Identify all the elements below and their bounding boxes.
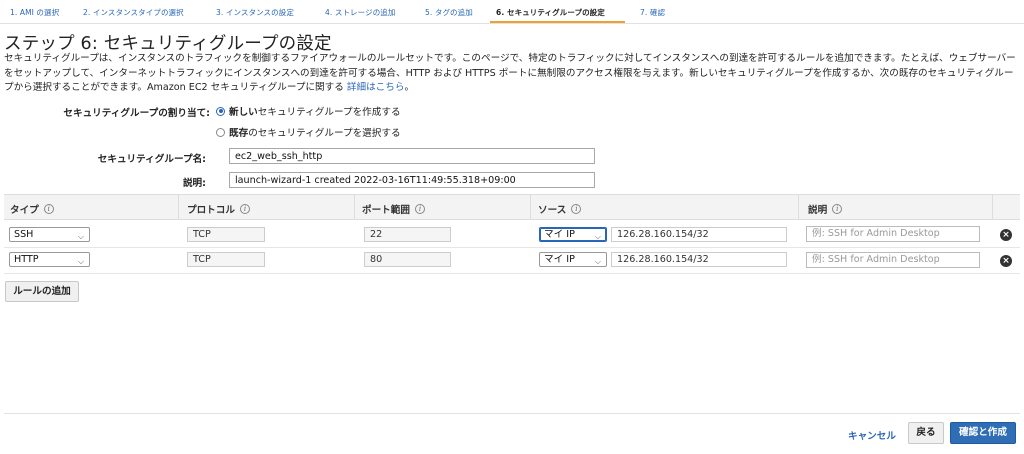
column-separator	[992, 194, 993, 220]
footer-divider	[4, 413, 1020, 414]
review-and-launch-button[interactable]: 確認と作成	[950, 422, 1016, 444]
row-divider	[4, 247, 1020, 248]
assign-label: セキュリティグループの割り当て:	[63, 108, 210, 119]
rule-type-select[interactable]: HTTP ⌵	[9, 252, 90, 267]
group-name-input[interactable]: ec2_web_ssh_http	[229, 148, 595, 164]
header-type-label: タイプ	[10, 205, 39, 216]
radio-button-existing[interactable]	[216, 127, 225, 137]
header-description-label: 説明	[808, 205, 828, 216]
info-icon[interactable]: i	[414, 204, 425, 214]
tab-instance-type[interactable]: 2. インスタンスタイプの選択	[83, 7, 184, 18]
header-type: タイプ i	[10, 202, 54, 216]
active-tab-underline	[490, 21, 625, 23]
rule-description-input[interactable]: 例: SSH for Admin Desktop	[806, 226, 980, 242]
group-description-input[interactable]: launch-wizard-1 created 2022-03-16T11:49…	[229, 172, 595, 188]
wizard-tabs: 1. AMI の選択 2. インスタンスタイプの選択 3. インスタンスの設定 …	[0, 0, 1024, 24]
rule-source-select[interactable]: マイ IP ⌵	[539, 252, 607, 267]
tab-review[interactable]: 7. 確認	[640, 7, 665, 18]
column-separator	[530, 194, 531, 220]
radio-existing-bold: 既存	[229, 128, 249, 139]
chevron-down-icon: ⌵	[77, 257, 84, 266]
header-source: ソース i	[538, 202, 582, 216]
header-port-label: ポート範囲	[362, 205, 410, 216]
rule-source-select[interactable]: マイ IP ⌵	[539, 227, 607, 242]
chevron-down-icon: ⌵	[594, 232, 601, 241]
rule-port-field[interactable]: 80	[364, 252, 451, 267]
row-divider	[4, 273, 1020, 274]
info-icon[interactable]: i	[832, 204, 843, 214]
info-icon[interactable]: i	[571, 204, 582, 214]
header-source-label: ソース	[538, 205, 567, 216]
tab-tags[interactable]: 5. タグの追加	[425, 7, 473, 18]
add-rule-button[interactable]: ルールの追加	[5, 281, 79, 302]
intro-body: セキュリティグループは、インスタンスのトラフィックを制御するファイアウォールのル…	[4, 53, 1016, 93]
cancel-link[interactable]: キャンセル	[848, 428, 896, 442]
group-description-label: 説明:	[182, 178, 206, 189]
rule-source-cidr[interactable]: 126.28.160.154/32	[611, 227, 787, 242]
rule-source-type-value: マイ IP	[544, 229, 575, 240]
delete-rule-icon[interactable]: ×	[1000, 255, 1012, 267]
rule-type-value: SSH	[14, 229, 34, 240]
radio-new-bold: 新しい	[229, 107, 258, 118]
learn-more-link[interactable]: 詳細はこちら	[347, 82, 405, 93]
info-icon[interactable]: i	[43, 204, 54, 214]
tab-security-group[interactable]: 6. セキュリティグループの設定	[496, 7, 605, 18]
radio-new-text: セキュリティグループを作成する	[257, 107, 401, 118]
column-separator	[798, 194, 799, 220]
rules-table-header: タイプ i プロトコル i ポート範囲 i ソース i 説明 i	[4, 194, 1020, 220]
rule-type-value: HTTP	[14, 254, 39, 265]
tab-instance-config[interactable]: 3. インスタンスの設定	[216, 7, 294, 18]
intro-text: セキュリティグループは、インスタンスのトラフィックを制御するファイアウォールのル…	[4, 52, 1020, 96]
header-port: ポート範囲 i	[362, 202, 425, 216]
header-protocol: プロトコル i	[187, 202, 250, 216]
column-separator	[354, 194, 355, 220]
rule-description-input[interactable]: 例: SSH for Admin Desktop	[806, 252, 980, 268]
rule-source-type-value: マイ IP	[544, 254, 575, 265]
group-name-label: セキュリティグループ名:	[97, 154, 206, 165]
rule-protocol-field: TCP	[187, 252, 265, 267]
chevron-down-icon: ⌵	[594, 257, 601, 266]
chevron-down-icon: ⌵	[77, 232, 84, 241]
back-button[interactable]: 戻る	[908, 422, 944, 444]
radio-button-new[interactable]	[216, 106, 225, 116]
tab-storage[interactable]: 4. ストレージの追加	[325, 7, 396, 18]
rule-port-field[interactable]: 22	[364, 227, 451, 242]
radio-existing-group[interactable]: 既存 のセキュリティグループを選択する	[216, 125, 401, 139]
delete-rule-icon[interactable]: ×	[1000, 229, 1012, 241]
info-icon[interactable]: i	[239, 204, 250, 214]
rule-type-select[interactable]: SSH ⌵	[9, 227, 90, 242]
header-description: 説明 i	[808, 202, 843, 216]
column-separator	[178, 194, 179, 220]
rule-protocol-field: TCP	[187, 227, 265, 242]
radio-new-group[interactable]: 新しい セキュリティグループを作成する	[216, 104, 401, 118]
intro-end: 。	[404, 82, 415, 93]
header-protocol-label: プロトコル	[187, 205, 235, 216]
rule-source-cidr[interactable]: 126.28.160.154/32	[611, 252, 787, 267]
radio-existing-text: のセキュリティグループを選択する	[248, 128, 401, 139]
tab-ami[interactable]: 1. AMI の選択	[10, 7, 59, 18]
